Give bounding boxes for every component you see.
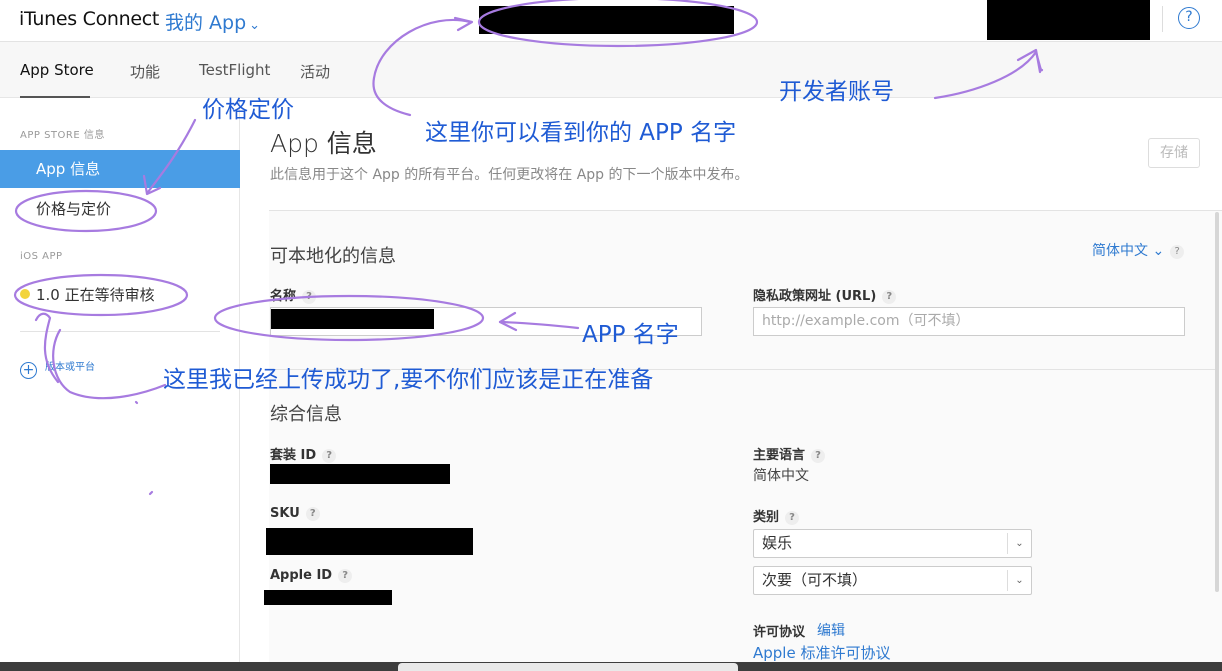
license-value-link[interactable]: Apple 标准许可协议 <box>753 642 890 663</box>
status-dot-icon <box>20 289 30 299</box>
annotation-pricing: 价格定价 <box>202 97 294 123</box>
secondary-category-value: 次要（可不填） <box>762 571 868 589</box>
annotation-app-name: APP 名字 <box>582 322 679 348</box>
section-title-general: 综合信息 <box>270 404 342 425</box>
help-icon[interactable]: ? <box>811 449 826 463</box>
primary-language-label: 主要语言? <box>753 444 826 463</box>
annotation-app-name-here: 这里你可以看到你的 APP 名字 <box>425 120 737 146</box>
tab-bar: App Store 功能 TestFlight 活动 <box>0 42 1222 98</box>
my-app-menu[interactable]: 我的 App ⌄ <box>165 8 260 35</box>
chevron-down-icon: ⌄ <box>1152 243 1165 259</box>
sidebar-section-appstore: APP STORE 信息 <box>20 130 105 141</box>
privacy-url-input[interactable]: http://example.com（可不填） <box>753 307 1185 336</box>
scrollbar[interactable] <box>1215 212 1219 592</box>
help-icon[interactable]: ? <box>1170 245 1185 259</box>
dock[interactable] <box>398 663 738 671</box>
redacted-sku <box>266 528 473 555</box>
category-label: 类别? <box>753 506 800 525</box>
brand-title[interactable]: iTunes Connect <box>19 8 159 30</box>
bundle-id-label-text: 套装 ID <box>270 448 317 463</box>
redacted-apple-id <box>264 590 392 605</box>
page-subtitle: 此信息用于这个 App 的所有平台。任何更改将在 App 的下一个版本中发布。 <box>270 167 749 183</box>
divider <box>1162 6 1163 32</box>
license-label: 许可协议 <box>753 625 806 640</box>
divider <box>20 331 220 332</box>
category-label-text: 类别 <box>753 510 780 525</box>
privacy-label-text: 隐私政策网址 (URL) <box>753 289 877 304</box>
help-icon[interactable]: ? <box>785 511 800 525</box>
chevron-down-icon: ⌄ <box>249 18 261 33</box>
help-icon[interactable]: ? <box>305 507 320 521</box>
help-icon[interactable]: ? <box>338 569 353 583</box>
sidebar-item-app-info[interactable]: App 信息 <box>0 150 240 188</box>
sidebar-item-build[interactable]: 1.0 正在等待审核 <box>20 284 155 305</box>
section-title-localizable: 可本地化的信息 <box>270 246 396 267</box>
primary-category-value: 娱乐 <box>762 534 793 552</box>
tab-activity[interactable]: 活动 <box>300 61 330 82</box>
secondary-category-select[interactable]: 次要（可不填） ⌄ <box>753 566 1032 595</box>
save-button[interactable]: 存储 <box>1148 138 1200 168</box>
license-edit-link[interactable]: 编辑 <box>817 620 845 640</box>
bundle-id-label: 套装 ID? <box>270 444 337 463</box>
my-app-label: 我的 App <box>165 12 247 34</box>
language-label: 简体中文 <box>1092 243 1148 259</box>
sku-label-text: SKU <box>270 506 300 521</box>
name-label: 名称? <box>270 285 317 304</box>
chevron-down-icon: ⌄ <box>1007 533 1031 554</box>
sidebar-item-pricing[interactable]: 价格与定价 <box>0 190 240 228</box>
language-selector[interactable]: 简体中文 ⌄? <box>1092 240 1185 260</box>
sku-label: SKU? <box>270 506 320 521</box>
name-label-text: 名称 <box>270 289 297 304</box>
primary-category-select[interactable]: 娱乐 ⌄ <box>753 529 1032 558</box>
redacted-app-name <box>479 6 734 34</box>
apple-id-label: Apple ID? <box>270 568 353 583</box>
annotation-uploaded: 这里我已经上传成功了,要不你们应该是正在准备 <box>163 367 654 393</box>
page-title: App 信息 <box>270 129 377 158</box>
chevron-down-icon: ⌄ <box>1007 570 1031 591</box>
add-platform-button[interactable]: + 版本或平台 <box>20 358 95 379</box>
redacted-account <box>987 0 1150 40</box>
tab-app-store[interactable]: App Store <box>20 61 94 79</box>
annotation-developer-account: 开发者账号 <box>779 79 894 105</box>
help-icon[interactable]: ? <box>882 290 897 304</box>
primary-language-label-text: 主要语言 <box>753 448 806 463</box>
redacted-bundle-id <box>270 464 450 484</box>
help-icon[interactable]: ? <box>1178 7 1200 29</box>
help-icon[interactable]: ? <box>302 290 317 304</box>
privacy-label: 隐私政策网址 (URL)? <box>753 285 897 304</box>
add-platform-label: 版本或平台 <box>45 362 95 373</box>
content-panel <box>269 210 1222 671</box>
tab-testflight[interactable]: TestFlight <box>199 61 270 79</box>
primary-language-value: 简体中文 <box>753 468 809 484</box>
help-icon[interactable]: ? <box>322 449 337 463</box>
build-label: 1.0 正在等待审核 <box>36 286 155 304</box>
sidebar-section-ios: iOS APP <box>20 251 63 262</box>
tab-features[interactable]: 功能 <box>130 61 160 82</box>
redacted-name <box>271 309 434 329</box>
top-bar: iTunes Connect 我的 App ⌄ ? <box>0 0 1222 42</box>
plus-icon: + <box>20 362 37 379</box>
apple-id-label-text: Apple ID <box>270 568 333 583</box>
